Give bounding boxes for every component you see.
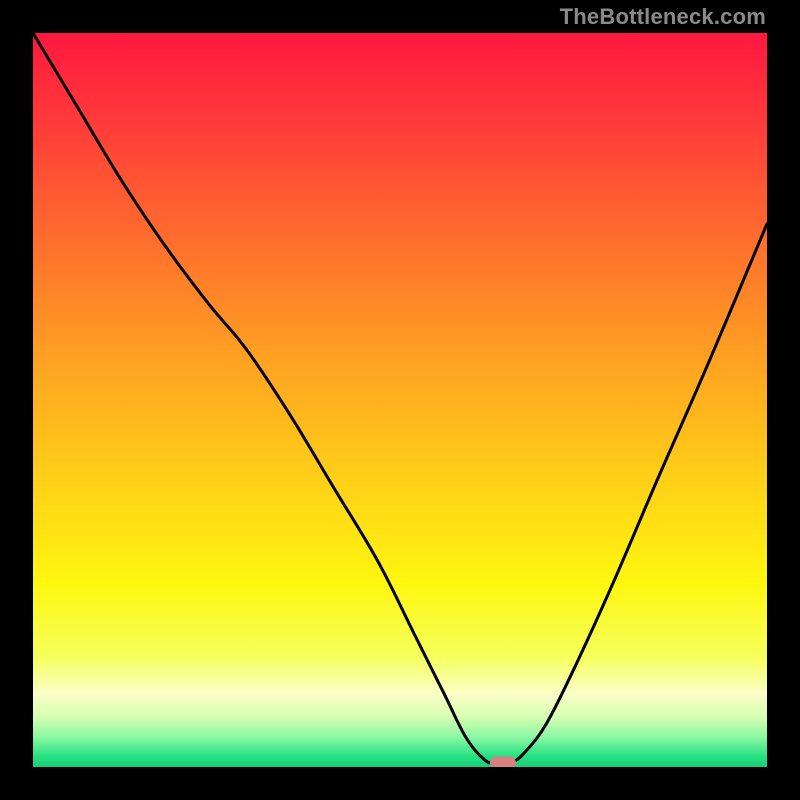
bottleneck-curve: [33, 33, 767, 767]
plot-area: [33, 33, 767, 767]
optimal-point-marker: [490, 757, 516, 767]
chart-frame: TheBottleneck.com: [0, 0, 800, 800]
watermark-text: TheBottleneck.com: [560, 4, 766, 30]
